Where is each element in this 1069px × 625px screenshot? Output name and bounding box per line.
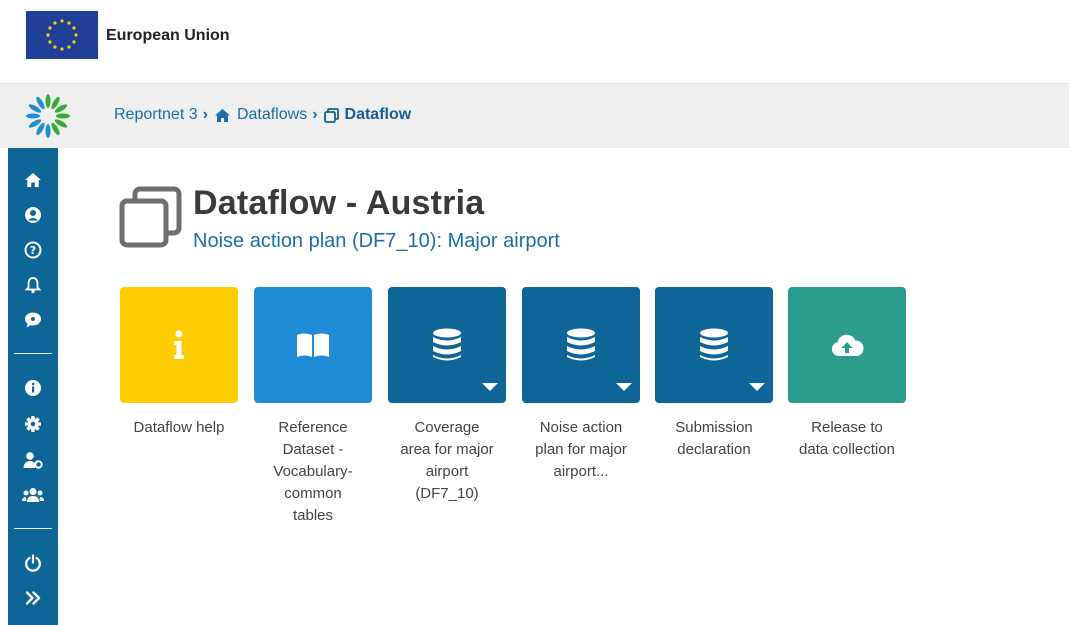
- card-dataflow-help-box[interactable]: [120, 287, 238, 403]
- chevron-right-icon: ›: [312, 106, 318, 123]
- expand-icon[interactable]: [21, 586, 45, 610]
- card-label: Noise action plan for major airport...: [535, 419, 627, 480]
- card-coverage-area-box[interactable]: [388, 287, 506, 403]
- dropdown-caret-icon[interactable]: [616, 383, 632, 391]
- left-sidebar: ?: [8, 148, 58, 625]
- bell-icon[interactable]: [21, 273, 45, 297]
- card-label: Dataflow help: [133, 419, 225, 436]
- chevron-right-icon: ›: [202, 106, 208, 123]
- help-icon[interactable]: ?: [21, 238, 45, 262]
- page-title: Dataflow - Austria: [193, 184, 485, 222]
- user-circle-icon[interactable]: [21, 203, 45, 227]
- info-icon: [174, 330, 184, 359]
- user-cog-icon[interactable]: [21, 448, 45, 472]
- card-dataflow-help[interactable]: Dataflow help: [120, 287, 238, 439]
- breadcrumb-item-reportnet[interactable]: Reportnet 3 ›: [114, 106, 214, 124]
- card-noise-action-plan-box[interactable]: [522, 287, 640, 403]
- clone-icon: [119, 185, 183, 249]
- card-noise-action-plan[interactable]: Noise action plan for major airport...: [522, 287, 640, 483]
- breadcrumb-item-dataflow: Dataflow: [323, 106, 412, 124]
- eu-flag-icon: [26, 11, 98, 59]
- card-release-data-collection-box[interactable]: [788, 287, 906, 403]
- card-label: Release to data collection: [799, 419, 895, 458]
- home-icon[interactable]: [21, 168, 45, 192]
- card-reference-dataset-box[interactable]: [254, 287, 372, 403]
- breadcrumb-label: Reportnet 3: [114, 106, 198, 123]
- sidebar-divider: [14, 528, 52, 529]
- dropdown-caret-icon[interactable]: [482, 383, 498, 391]
- cloud-upload-icon: [831, 334, 864, 356]
- database-icon: [567, 328, 595, 361]
- card-label: Reference Dataset - Vocabulary-common ta…: [273, 419, 353, 524]
- home-icon: [214, 108, 230, 122]
- database-icon: [700, 328, 728, 361]
- card-submission-declaration-box[interactable]: [655, 287, 773, 403]
- card-label: Coverage area for major airport (DF7_10): [400, 419, 494, 502]
- eu-header: European Union: [0, 0, 1069, 83]
- info-icon[interactable]: [21, 376, 45, 400]
- breadcrumb-item-dataflows[interactable]: Dataflows ›: [214, 106, 324, 124]
- clone-icon: [323, 107, 339, 123]
- card-coverage-area[interactable]: Coverage area for major airport (DF7_10): [388, 287, 506, 505]
- book-icon: [297, 333, 329, 357]
- sidebar-divider: [14, 353, 52, 354]
- svg-text:?: ?: [30, 244, 36, 257]
- card-label: Submission declaration: [675, 419, 753, 458]
- card-submission-declaration[interactable]: Submission declaration: [655, 287, 773, 461]
- card-reference-dataset[interactable]: Reference Dataset - Vocabulary-common ta…: [254, 287, 372, 527]
- users-icon[interactable]: [21, 483, 45, 507]
- gear-icon[interactable]: [21, 412, 45, 436]
- eu-title: European Union: [106, 27, 230, 44]
- database-icon: [433, 328, 461, 361]
- reportnet-logo-icon[interactable]: [24, 92, 72, 140]
- dropdown-caret-icon[interactable]: [749, 383, 765, 391]
- top-bar: Reportnet 3 › Dataflows › Dataflow: [0, 83, 1069, 148]
- power-icon[interactable]: [21, 551, 45, 575]
- breadcrumb: Reportnet 3 › Dataflows › Dataflow: [114, 106, 411, 124]
- page-subtitle: Noise action plan (DF7_10): Major airpor…: [193, 230, 560, 252]
- breadcrumb-label: Dataflows: [236, 106, 308, 123]
- breadcrumb-label: Dataflow: [344, 106, 412, 123]
- comment-icon[interactable]: [21, 308, 45, 332]
- card-release-data-collection[interactable]: Release to data collection: [788, 287, 906, 461]
